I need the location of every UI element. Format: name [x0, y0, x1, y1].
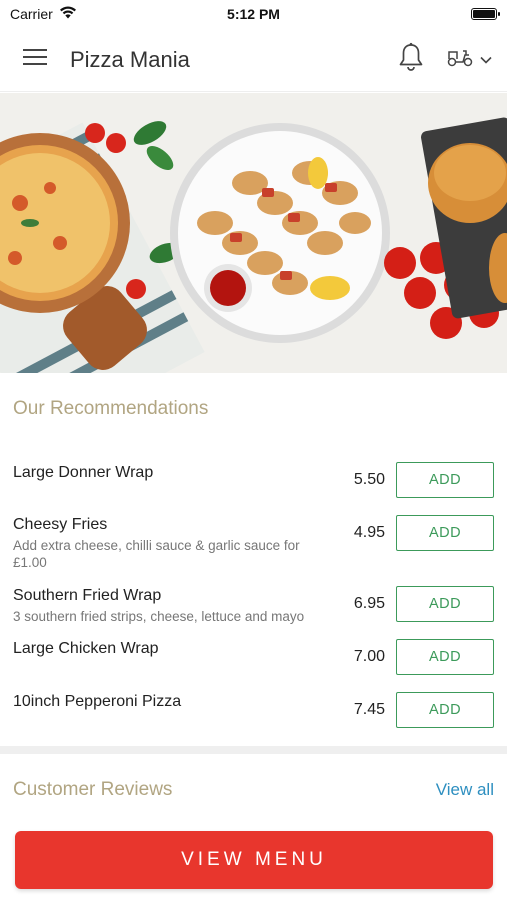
reviews-title: Customer Reviews: [13, 779, 173, 800]
item-price: 5.50: [353, 471, 385, 488]
recommendations-title: Our Recommendations: [13, 398, 209, 419]
app-header: Pizza Mania: [0, 28, 507, 92]
add-button[interactable]: ADD: [396, 515, 494, 551]
hero-food-image: [0, 93, 507, 373]
item-name: Southern Fried Wrap: [13, 587, 162, 604]
wifi-icon: [59, 6, 77, 22]
item-name: Large Chicken Wrap: [13, 640, 159, 657]
app-title: Pizza Mania: [70, 46, 190, 72]
delivery-selector[interactable]: [431, 28, 507, 92]
item-price: 7.45: [353, 701, 385, 718]
menu-button[interactable]: [0, 28, 70, 92]
status-left: Carrier: [10, 6, 77, 22]
status-bar: Carrier 5:12 PM: [0, 0, 507, 28]
item-name: Large Donner Wrap: [13, 464, 154, 481]
add-button[interactable]: ADD: [396, 462, 494, 498]
view-all-reviews-link[interactable]: View all: [436, 780, 494, 800]
hero-banner: [0, 93, 507, 373]
scooter-icon: [446, 46, 474, 73]
hamburger-icon: [23, 48, 47, 71]
item-price: 4.95: [353, 524, 385, 541]
battery-icon: [471, 8, 500, 20]
add-button[interactable]: ADD: [396, 639, 494, 675]
carrier-label: Carrier: [10, 6, 53, 22]
item-name: 10inch Pepperoni Pizza: [13, 693, 182, 710]
add-button[interactable]: ADD: [396, 692, 494, 728]
item-description: Add extra cheese, chilli sauce & garlic …: [13, 538, 300, 570]
item-price: 7.00: [353, 648, 385, 665]
bell-icon: [398, 42, 424, 77]
add-button[interactable]: ADD: [396, 586, 494, 622]
item-price: 6.95: [353, 595, 385, 612]
section-divider: [0, 746, 507, 754]
view-menu-button[interactable]: VIEW MENU: [15, 831, 493, 889]
chevron-down-icon: [480, 51, 492, 69]
item-name: Cheesy Fries: [13, 516, 108, 533]
item-description: 3 southern fried strips, cheese, lettuce…: [13, 609, 305, 624]
notifications-button[interactable]: [391, 28, 431, 92]
